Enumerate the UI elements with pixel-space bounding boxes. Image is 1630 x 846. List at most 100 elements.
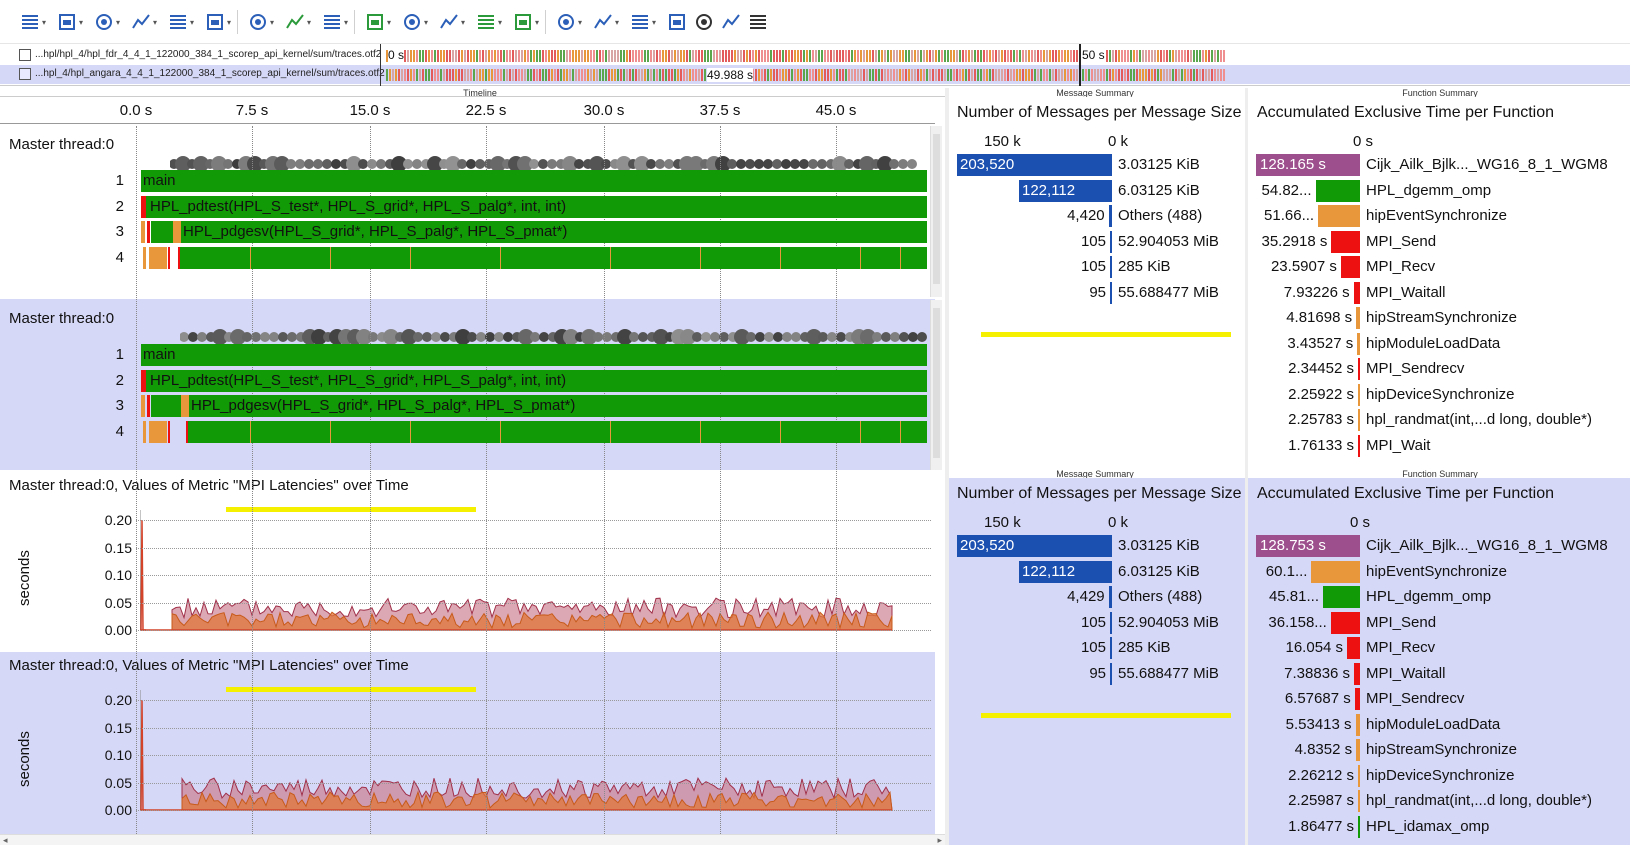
tree-icon[interactable]	[667, 11, 687, 33]
message-dot[interactable]	[664, 159, 674, 169]
message-dot[interactable]	[278, 332, 288, 342]
message-dot[interactable]	[692, 332, 702, 342]
metric-timeline-icon-dropdown-icon[interactable]: ▾	[227, 18, 231, 27]
metric-chart-1-plot[interactable]	[140, 510, 935, 646]
function-bar[interactable]	[1354, 688, 1360, 710]
message-dot[interactable]	[412, 159, 422, 169]
grid-icon[interactable]: ▾	[593, 11, 619, 33]
timeline-scrollbar-1[interactable]	[930, 126, 942, 297]
message-dot[interactable]	[764, 332, 774, 342]
function-name[interactable]: hipEventSynchronize	[1366, 563, 1507, 580]
message-icon[interactable]: ▾	[439, 11, 465, 33]
timeline-bar-hip[interactable]	[149, 421, 167, 443]
message-dot[interactable]	[358, 159, 368, 169]
hierarchy-icon[interactable]: ▾	[630, 11, 656, 33]
message-dot[interactable]	[188, 332, 198, 342]
message-summary-icon[interactable]: ▾	[322, 11, 348, 33]
message-dot[interactable]	[907, 159, 917, 169]
timeline-bar-mpi[interactable]	[147, 221, 150, 243]
message-summary-panel-2[interactable]	[949, 478, 1245, 845]
timeline-bar-pdtest[interactable]: HPL_pdtest(HPL_S_test*, HPL_S_grid*, HPL…	[146, 370, 927, 392]
function-name[interactable]: hipStreamSynchronize	[1366, 309, 1517, 326]
message-dot[interactable]	[899, 332, 909, 342]
message-dot[interactable]	[710, 332, 720, 342]
timeline-bar-mpi[interactable]	[168, 247, 170, 269]
call-tree-icon[interactable]: ▾	[248, 11, 274, 33]
trace-end-marker[interactable]	[1079, 44, 1081, 86]
timeline-icon[interactable]: ▾	[20, 11, 46, 33]
message-dot[interactable]	[466, 159, 476, 169]
message-dot[interactable]	[844, 159, 854, 169]
message-bar[interactable]	[1110, 230, 1112, 253]
message-dot[interactable]	[908, 332, 918, 342]
message-dot[interactable]	[304, 159, 314, 169]
message-bar[interactable]	[1110, 281, 1112, 304]
trace-checkbox-2[interactable]	[19, 68, 31, 80]
pin-icon[interactable]	[721, 11, 741, 33]
io-summary-icon-dropdown-icon[interactable]: ▾	[424, 18, 428, 27]
function-name[interactable]: hipModuleLoadData	[1366, 335, 1500, 352]
scroll-left-arrow-icon[interactable]: ◂	[3, 835, 8, 846]
trace-row-2[interactable]: ...hpl_4/hpl_angara_4_4_1_122000_384_1_s…	[0, 65, 1630, 84]
function-bar[interactable]	[1358, 815, 1360, 838]
function-name[interactable]: HPL_dgemm_omp	[1366, 588, 1491, 605]
trace-row-1[interactable]: ...hpl/hpl_4/hpl_fdr_4_4_1_122000_384_1_…	[0, 46, 1630, 65]
metric-chart-2-plot[interactable]	[140, 690, 935, 826]
function-bar[interactable]	[1330, 611, 1360, 634]
message-dot[interactable]	[269, 332, 279, 342]
message-dot[interactable]	[457, 159, 467, 169]
message-dot[interactable]	[467, 332, 477, 342]
message-dot[interactable]	[242, 332, 252, 342]
message-summary-icon-dropdown-icon[interactable]: ▾	[344, 18, 348, 27]
zoom-icon-dropdown-icon[interactable]: ▾	[498, 18, 502, 27]
message-dot[interactable]	[818, 332, 828, 342]
message-dot[interactable]	[601, 159, 611, 169]
function-name[interactable]: MPI_Send	[1366, 614, 1436, 631]
function-bar[interactable]	[1357, 332, 1360, 355]
call-tree-icon-dropdown-icon[interactable]: ▾	[270, 18, 274, 27]
message-icon-dropdown-icon[interactable]: ▾	[461, 18, 465, 27]
performance-radar-icon[interactable]: ▾	[168, 11, 194, 33]
message-dot[interactable]	[475, 159, 485, 169]
message-dot[interactable]	[782, 332, 792, 342]
message-dot[interactable]	[476, 332, 486, 342]
function-bar[interactable]	[1358, 383, 1360, 406]
function-name[interactable]: hipModuleLoadData	[1366, 716, 1500, 733]
function-name[interactable]: hipDeviceSynchronize	[1366, 386, 1514, 403]
message-dot[interactable]	[260, 332, 270, 342]
filter-icon-dropdown-icon[interactable]: ▾	[535, 18, 539, 27]
message-dot[interactable]	[313, 159, 323, 169]
function-bar[interactable]	[1331, 230, 1360, 253]
function-bar[interactable]	[1356, 739, 1360, 761]
timeline-bar-kernel[interactable]	[180, 247, 927, 269]
message-dot[interactable]	[917, 332, 927, 342]
message-dot[interactable]	[593, 332, 603, 342]
message-dot[interactable]	[440, 332, 450, 342]
function-bar[interactable]	[1322, 586, 1360, 608]
timeline-horizontal-scrollbar[interactable]: ◂ ▸	[0, 834, 945, 845]
function-name[interactable]: MPI_Sendrecv	[1366, 360, 1464, 377]
message-dot[interactable]	[745, 159, 755, 169]
message-dot[interactable]	[836, 332, 846, 342]
message-dot[interactable]	[781, 159, 791, 169]
function-bar[interactable]	[1311, 560, 1360, 583]
message-dot[interactable]	[629, 332, 639, 342]
function-name[interactable]: HPL_idamax_omp	[1366, 818, 1489, 835]
message-dot[interactable]	[889, 159, 899, 169]
function-bar[interactable]	[1315, 179, 1360, 202]
message-dot[interactable]	[574, 159, 584, 169]
function-bar[interactable]	[1353, 281, 1360, 304]
function-bar[interactable]	[1354, 662, 1360, 685]
message-dot[interactable]	[773, 332, 783, 342]
timeline-bar-main[interactable]: main	[141, 344, 927, 366]
message-dot[interactable]	[295, 159, 305, 169]
message-dot[interactable]	[287, 332, 297, 342]
message-dot[interactable]	[180, 332, 189, 342]
timeline-bar-mpi[interactable]	[147, 395, 150, 417]
function-bar[interactable]	[1358, 358, 1360, 380]
function-name[interactable]: hpl_randmat(int,...d long, double*)	[1366, 411, 1592, 428]
function-name[interactable]: Cijk_Ailk_Bjlk..._WG16_8_1_WGM8	[1366, 537, 1608, 554]
filter-icon[interactable]: ▾	[513, 11, 539, 33]
process-timeline-icon[interactable]: ▾	[57, 11, 83, 33]
call-stack-icon[interactable]: ▾	[556, 11, 582, 33]
